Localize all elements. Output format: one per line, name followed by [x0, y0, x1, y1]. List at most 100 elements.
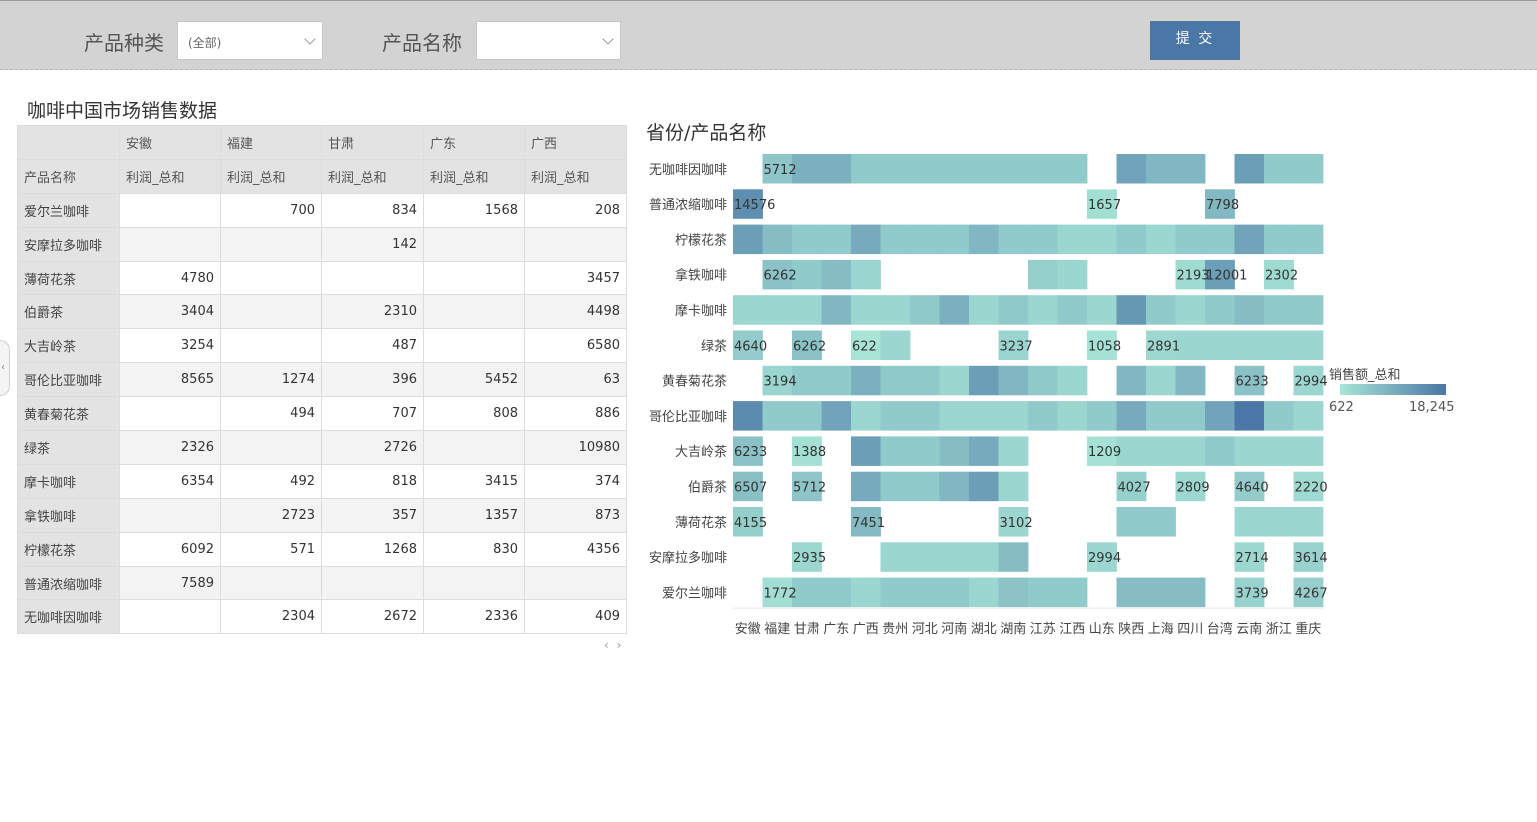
heatmap-cell[interactable] — [1264, 154, 1294, 184]
heatmap-cell[interactable] — [1146, 401, 1176, 431]
product-select[interactable] — [476, 21, 621, 60]
province-header[interactable]: 福建 — [220, 125, 322, 160]
heatmap-cell[interactable] — [1057, 259, 1088, 290]
heatmap-cell[interactable] — [998, 542, 1029, 572]
heatmap-cell[interactable] — [998, 436, 1029, 466]
heatmap-cell[interactable] — [1293, 330, 1324, 361]
heatmap-cell[interactable] — [851, 436, 881, 466]
row-header[interactable]: 哥伦比亚咖啡 — [17, 362, 120, 398]
heatmap-cell[interactable] — [1234, 154, 1265, 184]
heatmap-cell[interactable] — [1264, 295, 1294, 325]
heatmap-cell[interactable] — [851, 154, 881, 184]
heatmap-cell[interactable] — [939, 365, 970, 396]
heatmap-cell[interactable] — [880, 365, 911, 396]
heatmap-cell[interactable] — [880, 471, 911, 502]
row-header[interactable]: 普通浓缩咖啡 — [17, 565, 120, 601]
heatmap-cell[interactable] — [1234, 401, 1265, 431]
heatmap-cell[interactable] — [1028, 365, 1058, 396]
heatmap-cell[interactable] — [880, 295, 911, 325]
heatmap-cell[interactable] — [1146, 224, 1176, 255]
heatmap-cell[interactable] — [939, 436, 970, 466]
heatmap-cell[interactable] — [1146, 577, 1176, 608]
heatmap-cell[interactable] — [880, 436, 911, 466]
heatmap-cell[interactable] — [969, 154, 999, 184]
row-header[interactable]: 绿茶 — [17, 430, 120, 465]
heatmap-cell[interactable] — [1146, 154, 1176, 184]
row-header[interactable]: 拿铁咖啡 — [17, 497, 120, 533]
heatmap-cell[interactable] — [1116, 295, 1147, 325]
heatmap-cell[interactable] — [1057, 401, 1088, 431]
heatmap-cell[interactable] — [851, 401, 881, 431]
heatmap-cell[interactable] — [880, 224, 911, 255]
heatmap-cell[interactable] — [969, 365, 999, 396]
heatmap-cell[interactable] — [1264, 224, 1294, 255]
heatmap-cell[interactable] — [1264, 436, 1294, 466]
heatmap-cell[interactable] — [1146, 436, 1176, 466]
heatmap-cell[interactable] — [1234, 224, 1265, 255]
heatmap-cell[interactable] — [880, 154, 911, 184]
heatmap-cell[interactable] — [1146, 295, 1176, 325]
heatmap-cell[interactable] — [762, 224, 793, 255]
heatmap-cell[interactable] — [969, 224, 999, 255]
heatmap-cell[interactable] — [1116, 507, 1147, 537]
heatmap-cell[interactable] — [939, 401, 970, 431]
row-header[interactable]: 柠檬花茶 — [17, 531, 120, 567]
heatmap-cell[interactable] — [1116, 154, 1147, 184]
heatmap-cell[interactable] — [1057, 224, 1088, 255]
heatmap-cell[interactable] — [1028, 224, 1058, 255]
heatmap-cell[interactable] — [792, 295, 822, 325]
heatmap-cell[interactable] — [910, 224, 940, 255]
heatmap-cell[interactable] — [1057, 295, 1088, 325]
heatmap-cell[interactable] — [998, 577, 1029, 608]
table-scroll-arrows[interactable]: ‹ › — [604, 638, 623, 652]
heatmap-cell[interactable] — [762, 401, 793, 431]
heatmap-cell[interactable] — [1205, 295, 1235, 325]
row-header[interactable]: 安摩拉多咖啡 — [17, 226, 120, 262]
heatmap-cell[interactable] — [792, 224, 822, 255]
heatmap-cell[interactable] — [1028, 295, 1058, 325]
heatmap-cell[interactable] — [1293, 401, 1324, 431]
heatmap-cell[interactable] — [1234, 507, 1265, 537]
heatmap-cell[interactable] — [851, 577, 881, 608]
heatmap-cell[interactable] — [821, 154, 852, 184]
heatmap-cell[interactable] — [762, 295, 793, 325]
heatmap-cell[interactable] — [910, 471, 940, 502]
heatmap-cell[interactable] — [1116, 224, 1147, 255]
heatmap-cell[interactable] — [910, 401, 940, 431]
heatmap-cell[interactable] — [1205, 330, 1235, 361]
row-header[interactable]: 薄荷花茶 — [17, 260, 120, 296]
heatmap-cell[interactable] — [1087, 401, 1117, 431]
heatmap-cell[interactable] — [1116, 401, 1147, 431]
heatmap-cell[interactable] — [939, 471, 970, 502]
heatmap-cell[interactable] — [1028, 577, 1058, 608]
heatmap-cell[interactable] — [969, 577, 999, 608]
heatmap-cell[interactable] — [969, 471, 999, 502]
heatmap-cell[interactable] — [1057, 365, 1088, 396]
heatmap-cell[interactable] — [851, 224, 881, 255]
row-header[interactable]: 黄春菊花茶 — [17, 396, 120, 432]
heatmap-cell[interactable] — [1234, 436, 1265, 466]
heatmap-cell[interactable] — [821, 577, 852, 608]
heatmap-cell[interactable] — [1057, 154, 1088, 184]
heatmap-cell[interactable] — [851, 471, 881, 502]
heatmap-cell[interactable] — [1028, 259, 1058, 290]
heatmap-cell[interactable] — [969, 436, 999, 466]
row-header[interactable]: 无咖啡因咖啡 — [17, 599, 120, 635]
heatmap-cell[interactable] — [1028, 154, 1058, 184]
heatmap-cell[interactable] — [1175, 436, 1206, 466]
heatmap-cell[interactable] — [1205, 436, 1235, 466]
heatmap-cell[interactable] — [998, 471, 1029, 502]
heatmap-cell[interactable] — [821, 401, 852, 431]
row-header[interactable]: 摩卡咖啡 — [17, 463, 120, 499]
heatmap-cell[interactable] — [1205, 224, 1235, 255]
heatmap-cell[interactable] — [910, 295, 940, 325]
heatmap-cell[interactable] — [880, 330, 911, 361]
heatmap-cell[interactable] — [1264, 330, 1294, 361]
submit-button[interactable]: 提 交 — [1150, 21, 1240, 60]
heatmap-cell[interactable] — [1293, 154, 1324, 184]
heatmap-cell[interactable] — [1028, 401, 1058, 431]
row-header[interactable]: 伯爵茶 — [17, 294, 120, 330]
heatmap-cell[interactable] — [851, 365, 881, 396]
row-header-label[interactable]: 产品名称 — [17, 158, 120, 194]
province-header[interactable]: 甘肃 — [321, 125, 424, 160]
